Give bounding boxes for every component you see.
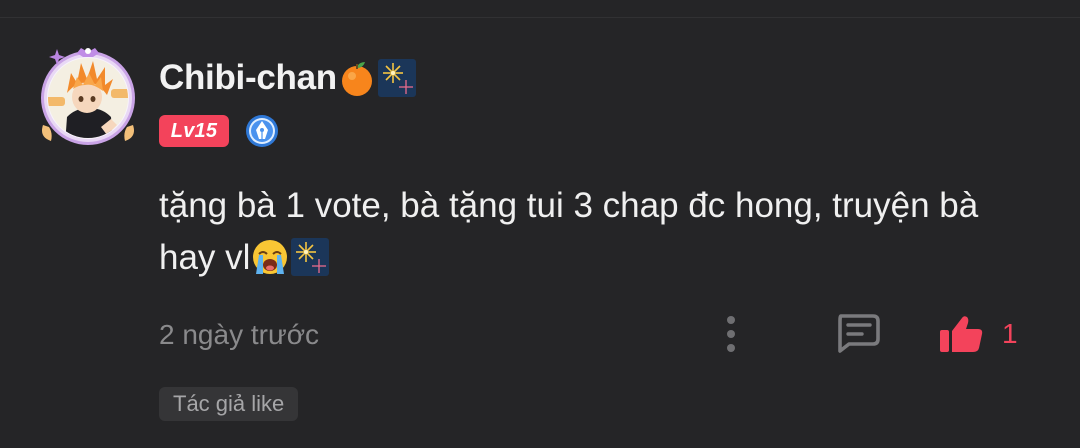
like-button[interactable]: 1 — [938, 310, 1018, 358]
comment-card: Chibi-chan Lv15 tặng bà 1 vote, bà tặng … — [0, 0, 1080, 448]
comment-line-2: hay vl — [159, 232, 1039, 284]
username[interactable]: Chibi-chan — [159, 56, 337, 100]
fireworks-emoji — [377, 58, 417, 98]
chat-bubble-icon — [838, 314, 880, 353]
fireworks-emoji — [290, 237, 330, 277]
thumbs-up-icon — [940, 316, 983, 352]
like-count: 1 — [1002, 318, 1018, 349]
pen-nib-icon — [245, 114, 279, 148]
author-like-tag: Tác giả like — [159, 387, 299, 421]
vertical-dots-icon — [727, 316, 735, 352]
divider — [0, 17, 1080, 18]
user-badges: Lv15 — [159, 114, 279, 148]
comment-line-2-text: hay vl — [159, 238, 251, 277]
user-avatar[interactable] — [37, 45, 139, 147]
username-row: Chibi-chan — [159, 56, 417, 100]
loudly-crying-emoji — [250, 237, 290, 277]
tangerine-emoji — [337, 58, 377, 98]
more-options-button[interactable] — [716, 312, 746, 356]
reply-button[interactable] — [832, 312, 882, 354]
level-badge: Lv15 — [159, 115, 229, 147]
comment-text: tặng bà 1 vote, bà tặng tui 3 chap đc ho… — [159, 180, 1039, 284]
comment-timestamp: 2 ngày trước — [159, 319, 320, 350]
avatar-frame-icon — [41, 48, 135, 145]
comment-line-1: tặng bà 1 vote, bà tặng tui 3 chap đc ho… — [159, 186, 979, 225]
